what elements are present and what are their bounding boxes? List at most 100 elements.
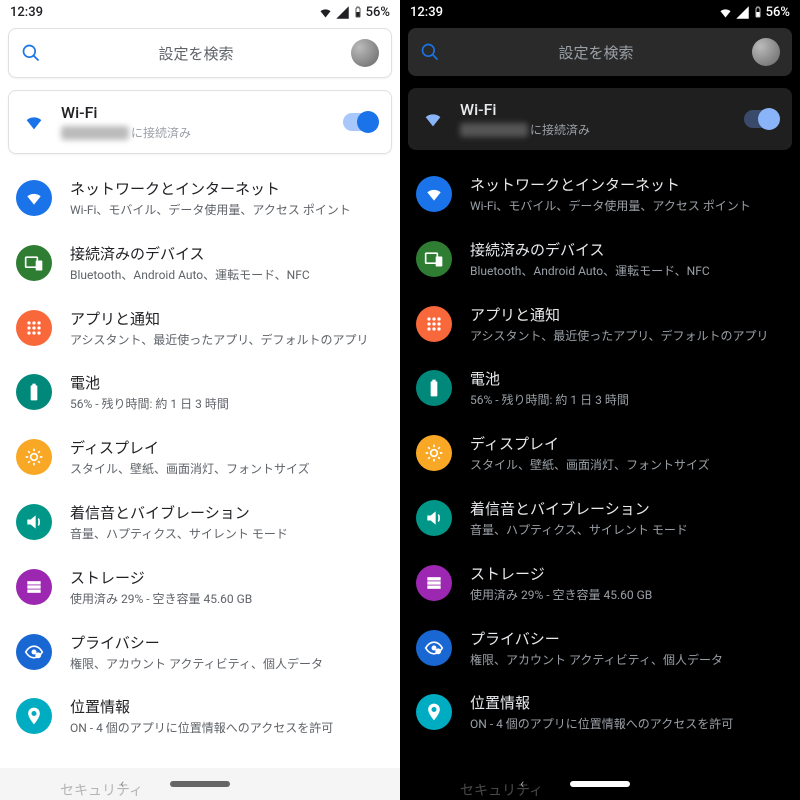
row-title: プライバシー bbox=[470, 628, 784, 649]
settings-row-display[interactable]: ディスプレイ スタイル、壁紙、画面消灯、フォントサイズ bbox=[400, 421, 800, 486]
row-title: ディスプレイ bbox=[70, 437, 384, 458]
row-title: 電池 bbox=[70, 372, 384, 393]
settings-row-privacy[interactable]: プライバシー 権限、アカウント アクティビティ、個人データ bbox=[400, 616, 800, 681]
wifi-toggle[interactable] bbox=[744, 110, 778, 128]
battery-percent: 56% bbox=[766, 5, 790, 20]
settings-row-wifi[interactable]: ネットワークとインターネット Wi-Fi、モバイル、データ使用量、アクセス ポイ… bbox=[0, 166, 400, 231]
row-title: プライバシー bbox=[70, 632, 384, 653]
row-subtitle: 音量、ハプティクス、サイレント モード bbox=[70, 526, 384, 543]
row-subtitle: アシスタント、最近使ったアプリ、デフォルトのアプリ bbox=[470, 328, 784, 345]
search-icon bbox=[420, 42, 440, 62]
settings-row-location[interactable]: 位置情報 ON - 4 個のアプリに位置情報へのアクセスを許可 bbox=[400, 680, 800, 745]
status-bar: 12:39 56% bbox=[0, 0, 400, 22]
back-icon[interactable]: ‹ bbox=[120, 776, 124, 792]
truncated-row-title: セキュリティ bbox=[460, 780, 543, 800]
row-title: 接続済みのデバイス bbox=[70, 243, 384, 264]
row-subtitle: 使用済み 29% - 空き容量 45.60 GB bbox=[70, 591, 384, 608]
wifi-icon bbox=[23, 111, 45, 133]
row-title: 着信音とバイブレーション bbox=[470, 498, 784, 519]
wifi-card[interactable]: Wi-Fi ████████に接続済み bbox=[408, 88, 792, 150]
sound-icon bbox=[16, 504, 52, 540]
row-subtitle: ON - 4 個のアプリに位置情報へのアクセスを許可 bbox=[470, 716, 784, 733]
row-title: ディスプレイ bbox=[470, 433, 784, 454]
settings-row-sound[interactable]: 着信音とバイブレーション 音量、ハプティクス、サイレント モード bbox=[400, 486, 800, 551]
row-title: ストレージ bbox=[470, 563, 784, 584]
battery-indicator-icon bbox=[752, 4, 764, 20]
wifi-card[interactable]: Wi-Fi ████████に接続済み bbox=[8, 90, 392, 154]
row-subtitle: アシスタント、最近使ったアプリ、デフォルトのアプリ bbox=[70, 332, 384, 349]
row-title: 接続済みのデバイス bbox=[470, 239, 784, 260]
row-title: 位置情報 bbox=[470, 692, 784, 713]
row-title: ストレージ bbox=[70, 567, 384, 588]
search-bar[interactable]: 設定を検索 bbox=[8, 28, 392, 78]
signal-icon bbox=[335, 5, 350, 20]
privacy-icon bbox=[16, 634, 52, 670]
settings-row-devices[interactable]: 接続済みのデバイス Bluetooth、Android Auto、運転モード、N… bbox=[400, 227, 800, 292]
home-pill[interactable] bbox=[570, 781, 630, 787]
row-title: ネットワークとインターネット bbox=[470, 174, 784, 195]
row-subtitle: Wi-Fi、モバイル、データ使用量、アクセス ポイント bbox=[70, 202, 384, 219]
settings-row-apps[interactable]: アプリと通知 アシスタント、最近使ったアプリ、デフォルトのアプリ bbox=[400, 292, 800, 357]
status-bar: 12:39 56% bbox=[400, 0, 800, 22]
battery-icon bbox=[416, 370, 452, 406]
search-bar[interactable]: 設定を検索 bbox=[408, 28, 792, 76]
search-placeholder: 設定を検索 bbox=[454, 42, 738, 63]
wifi-icon bbox=[16, 180, 52, 216]
clock: 12:39 bbox=[10, 5, 43, 20]
back-icon[interactable]: ‹ bbox=[520, 776, 524, 792]
privacy-icon bbox=[416, 630, 452, 666]
settings-list[interactable]: ネットワークとインターネット Wi-Fi、モバイル、データ使用量、アクセス ポイ… bbox=[400, 156, 800, 768]
row-subtitle: 56% - 残り時間: 約 1 日 3 時間 bbox=[470, 392, 784, 409]
settings-row-sound[interactable]: 着信音とバイブレーション 音量、ハプティクス、サイレント モード bbox=[0, 490, 400, 555]
signal-icon bbox=[735, 5, 750, 20]
location-icon bbox=[416, 694, 452, 730]
devices-icon bbox=[416, 241, 452, 277]
wifi-indicator-icon bbox=[718, 5, 733, 20]
settings-list[interactable]: ネットワークとインターネット Wi-Fi、モバイル、データ使用量、アクセス ポイ… bbox=[0, 160, 400, 768]
truncated-row-title: セキュリティ bbox=[60, 780, 143, 800]
wifi-toggle[interactable] bbox=[343, 113, 377, 131]
row-subtitle: 権限、アカウント アクティビティ、個人データ bbox=[470, 652, 784, 669]
row-subtitle: 56% - 残り時間: 約 1 日 3 時間 bbox=[70, 396, 384, 413]
settings-row-battery[interactable]: 電池 56% - 残り時間: 約 1 日 3 時間 bbox=[400, 356, 800, 421]
search-icon bbox=[21, 43, 41, 63]
row-title: 電池 bbox=[470, 368, 784, 389]
wifi-indicator-icon bbox=[318, 5, 333, 20]
row-title: アプリと通知 bbox=[70, 308, 384, 329]
battery-indicator-icon bbox=[352, 4, 364, 20]
settings-row-location[interactable]: 位置情報 ON - 4 個のアプリに位置情報へのアクセスを許可 bbox=[0, 684, 400, 749]
row-subtitle: 音量、ハプティクス、サイレント モード bbox=[470, 522, 784, 539]
settings-row-devices[interactable]: 接続済みのデバイス Bluetooth、Android Auto、運転モード、N… bbox=[0, 231, 400, 296]
apps-icon bbox=[16, 310, 52, 346]
home-pill[interactable] bbox=[170, 781, 230, 787]
settings-row-wifi[interactable]: ネットワークとインターネット Wi-Fi、モバイル、データ使用量、アクセス ポイ… bbox=[400, 162, 800, 227]
settings-dark-pane: 12:39 56% 設定を検索 Wi-Fi ████████に接続済み ネットワ… bbox=[400, 0, 800, 800]
location-icon bbox=[16, 698, 52, 734]
row-title: 着信音とバイブレーション bbox=[70, 502, 384, 523]
display-icon bbox=[416, 435, 452, 471]
settings-row-display[interactable]: ディスプレイ スタイル、壁紙、画面消灯、フォントサイズ bbox=[0, 425, 400, 490]
row-title: アプリと通知 bbox=[470, 304, 784, 325]
wifi-title: Wi-Fi bbox=[460, 100, 728, 119]
settings-row-storage[interactable]: ストレージ 使用済み 29% - 空き容量 45.60 GB bbox=[400, 551, 800, 616]
apps-icon bbox=[416, 306, 452, 342]
wifi-subtext: ████████に接続済み bbox=[61, 124, 327, 141]
settings-row-storage[interactable]: ストレージ 使用済み 29% - 空き容量 45.60 GB bbox=[0, 555, 400, 620]
devices-icon bbox=[16, 245, 52, 281]
avatar[interactable] bbox=[351, 39, 379, 67]
clock: 12:39 bbox=[410, 5, 443, 20]
nav-bar: セキュリティ ‹ bbox=[0, 768, 400, 800]
row-subtitle: 使用済み 29% - 空き容量 45.60 GB bbox=[470, 587, 784, 604]
settings-light-pane: 12:39 56% 設定を検索 Wi-Fi ████████に接続済み ネットワ… bbox=[0, 0, 400, 800]
display-icon bbox=[16, 439, 52, 475]
row-subtitle: Bluetooth、Android Auto、運転モード、NFC bbox=[70, 267, 384, 284]
battery-percent: 56% bbox=[366, 5, 390, 20]
settings-row-apps[interactable]: アプリと通知 アシスタント、最近使ったアプリ、デフォルトのアプリ bbox=[0, 296, 400, 361]
wifi-title: Wi-Fi bbox=[61, 103, 327, 122]
wifi-icon bbox=[416, 176, 452, 212]
wifi-subtext: ████████に接続済み bbox=[460, 121, 728, 138]
settings-row-battery[interactable]: 電池 56% - 残り時間: 約 1 日 3 時間 bbox=[0, 360, 400, 425]
row-subtitle: Bluetooth、Android Auto、運転モード、NFC bbox=[470, 263, 784, 280]
settings-row-privacy[interactable]: プライバシー 権限、アカウント アクティビティ、個人データ bbox=[0, 620, 400, 685]
avatar[interactable] bbox=[752, 38, 780, 66]
